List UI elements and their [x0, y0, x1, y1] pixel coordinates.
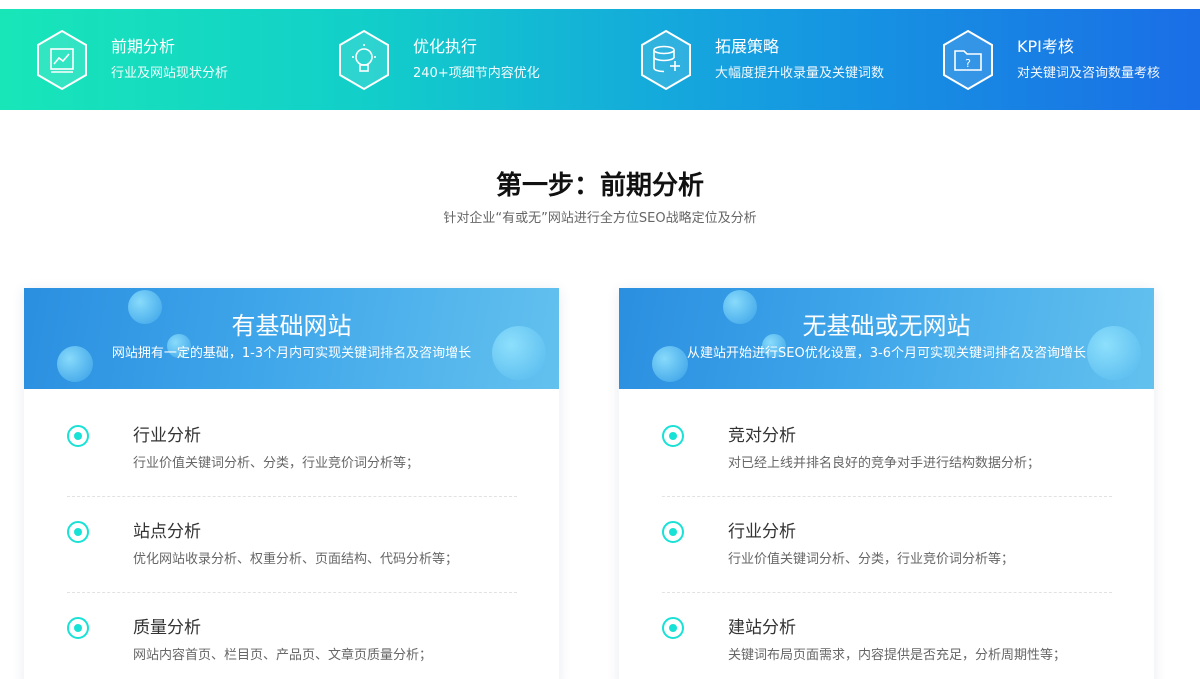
- step-title: 前期分析: [111, 36, 176, 56]
- item-description: 优化网站收录分析、权重分析、页面结构、代码分析等；: [133, 552, 459, 567]
- divider: [67, 592, 517, 593]
- list-item: 质量分析 网站内容首页、栏目页、产品页、文章页质量分析；: [67, 606, 517, 679]
- step-kpi[interactable]: ? KPI考核 对关键词及咨询数量考核: [941, 9, 1160, 110]
- chart-icon: [35, 29, 89, 91]
- step-title: 优化执行: [413, 36, 478, 56]
- list-item: 行业分析 行业价值关键词分析、分类，行业竞价词分析等；: [67, 414, 517, 510]
- step-title: 拓展策略: [715, 36, 780, 56]
- card-header: 无基础或无网站 从建站开始进行SEO优化设置，3-6个月可实现关键词排名及咨询增…: [619, 288, 1154, 389]
- divider: [662, 496, 1112, 497]
- item-title: 站点分析: [133, 522, 201, 542]
- step-expansion[interactable]: 拓展策略 大幅度提升收录量及关键词数: [639, 9, 884, 110]
- step-execution[interactable]: 优化执行 240+项细节内容优化: [337, 9, 540, 110]
- radio-dot-icon: [662, 425, 684, 447]
- item-description: 关键词布局页面需求，内容提供是否充足，分析周期性等；: [728, 648, 1067, 663]
- card-subtitle: 从建站开始进行SEO优化设置，3-6个月可实现关键词排名及咨询增长: [687, 346, 1086, 361]
- item-title: 竞对分析: [728, 426, 796, 446]
- card-without-foundation: 无基础或无网站 从建站开始进行SEO优化设置，3-6个月可实现关键词排名及咨询增…: [619, 288, 1154, 679]
- step-analysis[interactable]: 前期分析 行业及网站现状分析: [35, 9, 228, 110]
- lightbulb-icon: [337, 29, 391, 91]
- item-title: 建站分析: [728, 618, 796, 638]
- list-item: 行业分析 行业价值关键词分析、分类，行业竞价词分析等；: [662, 510, 1112, 606]
- top-strip: [0, 0, 1200, 9]
- step-subtitle: 对关键词及咨询数量考核: [1017, 65, 1161, 81]
- radio-dot-icon: [67, 617, 89, 639]
- database-plus-icon: [639, 29, 693, 91]
- card-title: 有基础网站: [231, 312, 352, 340]
- section-title: 第一步：前期分析: [495, 171, 704, 201]
- item-title: 行业分析: [728, 522, 796, 542]
- step-subtitle: 行业及网站现状分析: [111, 65, 229, 81]
- card-with-foundation: 有基础网站 网站拥有一定的基础，1-3个月内可实现关键词排名及咨询增长 行业分析…: [24, 288, 559, 679]
- list-item: 竞对分析 对已经上线并排名良好的竞争对手进行结构数据分析；: [662, 414, 1112, 510]
- radio-dot-icon: [67, 425, 89, 447]
- divider: [662, 592, 1112, 593]
- list-item: 站点分析 优化网站收录分析、权重分析、页面结构、代码分析等；: [67, 510, 517, 606]
- question-folder-icon: ?: [941, 29, 995, 91]
- item-title: 行业分析: [133, 426, 201, 446]
- radio-dot-icon: [662, 521, 684, 543]
- item-title: 质量分析: [133, 618, 201, 638]
- item-description: 网站内容首页、栏目页、产品页、文章页质量分析；: [133, 648, 433, 663]
- step-subtitle: 大幅度提升收录量及关键词数: [715, 65, 885, 81]
- step-subtitle: 240+项细节内容优化: [413, 65, 540, 81]
- card-title: 无基础或无网站: [802, 312, 971, 340]
- list-item: 建站分析 关键词布局页面需求，内容提供是否充足，分析周期性等；: [662, 606, 1112, 679]
- divider: [67, 496, 517, 497]
- item-description: 行业价值关键词分析、分类，行业竞价词分析等；: [728, 552, 1015, 567]
- radio-dot-icon: [662, 617, 684, 639]
- svg-text:?: ?: [965, 57, 971, 70]
- step-title: KPI考核: [1017, 36, 1074, 56]
- item-description: 行业价值关键词分析、分类，行业竞价词分析等；: [133, 456, 420, 471]
- item-description: 对已经上线并排名良好的竞争对手进行结构数据分析；: [728, 456, 1041, 471]
- section-subtitle: 针对企业“有或无”网站进行全方位SEO战略定位及分析: [443, 211, 757, 226]
- process-banner: 前期分析 行业及网站现状分析 优化执行 240+项细节内容优化 拓展策略 大幅度…: [0, 9, 1200, 110]
- card-header: 有基础网站 网站拥有一定的基础，1-3个月内可实现关键词排名及咨询增长: [24, 288, 559, 389]
- radio-dot-icon: [67, 521, 89, 543]
- card-subtitle: 网站拥有一定的基础，1-3个月内可实现关键词排名及咨询增长: [111, 346, 472, 361]
